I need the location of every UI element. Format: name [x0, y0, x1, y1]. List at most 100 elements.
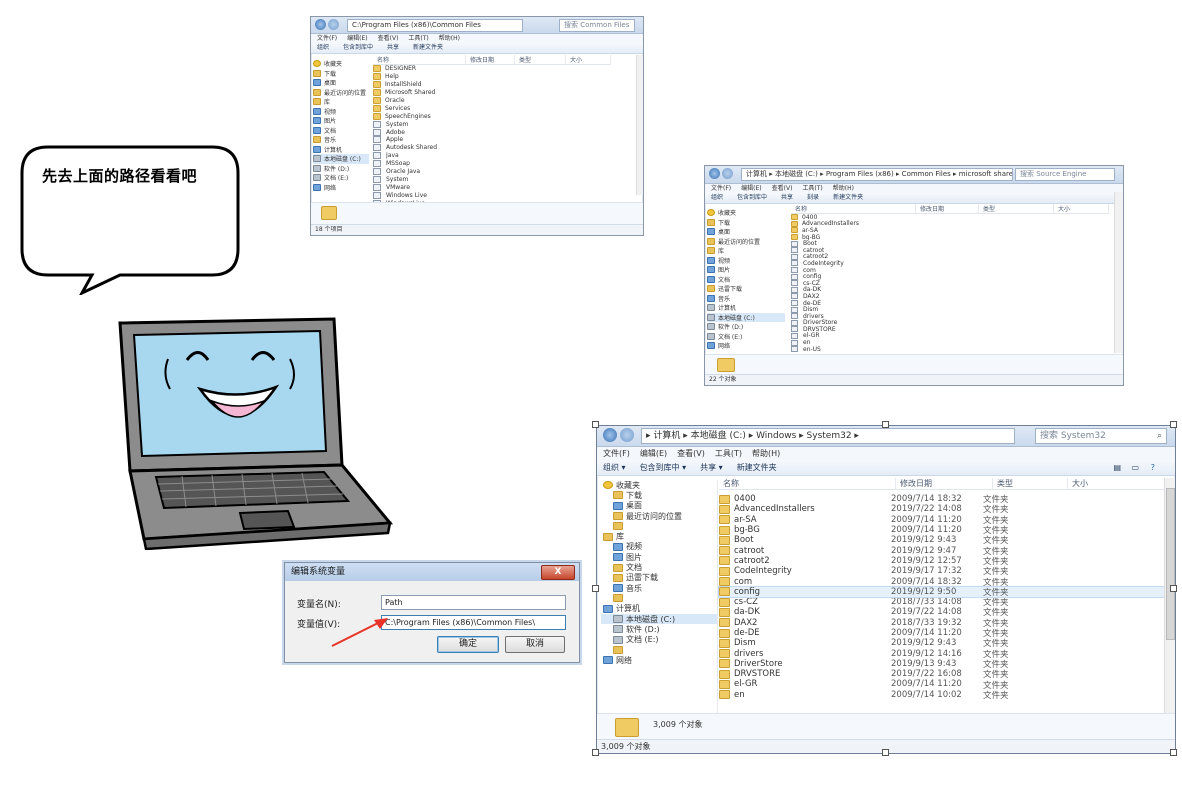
- vertical-scrollbar[interactable]: [1164, 478, 1175, 713]
- forward-button[interactable]: [328, 19, 339, 30]
- column-header[interactable]: 大小: [1054, 204, 1109, 213]
- toolbar-button[interactable]: 新建文件夹: [737, 463, 777, 472]
- nav-item[interactable]: 桌面: [707, 227, 785, 237]
- toolbar-button[interactable]: 包含到库中: [343, 44, 373, 51]
- list-item[interactable]: ar-SA: [791, 227, 1109, 234]
- list-item[interactable]: System: [373, 120, 633, 128]
- search-input[interactable]: 搜索 Common Files: [559, 19, 635, 32]
- list-item[interactable]: DAX2: [791, 293, 1109, 300]
- nav-item[interactable]: 下载: [707, 218, 785, 228]
- nav-item[interactable]: [601, 593, 717, 603]
- nav-item[interactable]: 网络: [601, 655, 717, 665]
- list-item[interactable]: Help: [373, 73, 633, 81]
- menu-item[interactable]: 帮助(H): [439, 35, 460, 42]
- menu-item[interactable]: 编辑(E): [640, 449, 667, 458]
- toolbar-button[interactable]: 共享 ▾: [700, 463, 723, 472]
- nav-item[interactable]: 本地磁盘 (C:): [601, 613, 717, 625]
- menu-item[interactable]: 查看(V): [772, 185, 793, 192]
- nav-item[interactable]: 库: [707, 246, 785, 256]
- nav-item[interactable]: 网络: [313, 183, 369, 193]
- list-item[interactable]: catroot: [791, 247, 1109, 254]
- list-item[interactable]: Microsoft Shared: [373, 89, 633, 97]
- nav-item[interactable]: 最近访问的位置: [707, 237, 785, 247]
- nav-item[interactable]: 网络: [707, 341, 785, 351]
- nav-item[interactable]: 音乐: [707, 294, 785, 304]
- column-header[interactable]: 修改日期: [466, 55, 515, 64]
- list-item[interactable]: System: [373, 175, 633, 183]
- column-header[interactable]: 类型: [993, 478, 1068, 489]
- help-icon[interactable]: ?: [1151, 460, 1155, 475]
- list-item[interactable]: da-DK: [791, 286, 1109, 293]
- list-item[interactable]: Windows Live: [373, 191, 633, 199]
- nav-item[interactable]: 图片: [601, 552, 717, 562]
- table-row[interactable]: com 2009/7/14 18:32 文件夹: [719, 576, 1165, 588]
- table-row[interactable]: cs-CZ 2018/7/33 14:08 文件夹: [719, 597, 1165, 608]
- nav-item[interactable]: 收藏夹: [313, 59, 369, 69]
- nav-item[interactable]: [601, 645, 717, 655]
- nav-item[interactable]: 软件 (D:): [707, 322, 785, 332]
- table-row[interactable]: DriverStore 2019/9/13 9:43 文件夹: [719, 659, 1165, 670]
- table-row[interactable]: DAX2 2018/7/33 19:32 文件夹: [719, 618, 1165, 629]
- list-item[interactable]: cs-CZ: [791, 280, 1109, 287]
- list-item[interactable]: MSSoap: [373, 160, 633, 168]
- nav-item[interactable]: 下载: [313, 69, 369, 79]
- list-item[interactable]: config: [791, 273, 1109, 280]
- nav-item[interactable]: 迅雷下载: [601, 573, 717, 583]
- list-item[interactable]: en: [791, 339, 1109, 346]
- column-header[interactable]: 名称: [719, 478, 896, 489]
- nav-item[interactable]: 计算机: [601, 604, 717, 614]
- table-row[interactable]: bg-BG 2009/7/14 11:20 文件夹: [719, 525, 1165, 536]
- toolbar-button[interactable]: 新建文件夹: [833, 194, 863, 201]
- nav-item[interactable]: 最近访问的位置: [313, 88, 369, 98]
- toolbar-button[interactable]: 包含到库中 ▾: [640, 463, 687, 472]
- table-row[interactable]: catroot2 2019/9/12 12:57 文件夹: [719, 556, 1165, 567]
- nav-item[interactable]: 视频: [601, 542, 717, 552]
- nav-item[interactable]: 库: [601, 531, 717, 541]
- table-row[interactable]: Dism 2019/9/12 9:43 文件夹: [719, 638, 1165, 649]
- toolbar-button[interactable]: 包含到库中: [737, 194, 767, 201]
- nav-item[interactable]: 最近访问的位置: [601, 511, 717, 521]
- column-header[interactable]: 类型: [515, 55, 566, 64]
- table-row[interactable]: catroot 2019/9/12 9:47 文件夹: [719, 545, 1165, 557]
- nav-item[interactable]: 迅雷下载: [707, 284, 785, 294]
- menu-item[interactable]: 查看(V): [677, 449, 705, 458]
- view-options-icon[interactable]: ▤: [1113, 460, 1121, 475]
- preview-pane-icon[interactable]: ▭: [1131, 460, 1139, 475]
- list-item[interactable]: VMware: [373, 183, 633, 191]
- menu-item[interactable]: 查看(V): [378, 35, 399, 42]
- scrollbar-thumb[interactable]: [1166, 488, 1175, 640]
- column-header[interactable]: 名称: [791, 204, 916, 213]
- breadcrumb-item[interactable]: System32: [807, 431, 852, 441]
- menu-item[interactable]: 帮助(H): [833, 185, 854, 192]
- toolbar-button[interactable]: 组织 ▾: [603, 463, 626, 472]
- list-item[interactable]: Services: [373, 104, 633, 112]
- nav-item[interactable]: 下载: [601, 490, 717, 500]
- list-item[interactable]: Java: [373, 152, 633, 160]
- close-button[interactable]: X: [541, 565, 575, 580]
- list-item[interactable]: bg-BG: [791, 234, 1109, 241]
- nav-item[interactable]: 图片: [313, 116, 369, 126]
- list-item[interactable]: DriverStore: [791, 319, 1109, 326]
- toolbar-button[interactable]: 刻录: [807, 194, 819, 201]
- list-item[interactable]: CodeIntegrity: [791, 260, 1109, 267]
- column-header[interactable]: 修改日期: [916, 204, 979, 213]
- nav-item[interactable]: 文档: [313, 126, 369, 136]
- toolbar-button[interactable]: 组织: [317, 44, 329, 51]
- list-item[interactable]: en-US: [791, 346, 1109, 353]
- cancel-button[interactable]: 取消: [505, 636, 565, 653]
- list-item[interactable]: SpeechEngines: [373, 112, 633, 120]
- nav-item[interactable]: 文档 (E:): [601, 634, 717, 644]
- table-row[interactable]: CodeIntegrity 2019/9/17 17:32 文件夹: [719, 566, 1165, 577]
- list-item[interactable]: Apple: [373, 136, 633, 144]
- vertical-scrollbar[interactable]: [636, 55, 643, 195]
- list-item[interactable]: DESIGNER: [373, 65, 633, 73]
- table-row[interactable]: config 2019/9/12 9:50 文件夹: [718, 585, 1166, 598]
- list-item[interactable]: el-GR: [791, 332, 1109, 339]
- toolbar-button[interactable]: 新建文件夹: [413, 44, 443, 51]
- list-item[interactable]: AdvancedInstallers: [791, 220, 1109, 227]
- list-item[interactable]: com: [791, 267, 1109, 274]
- search-input[interactable]: 搜索 System32 ⌕: [1035, 428, 1167, 444]
- nav-item[interactable]: 图片: [707, 265, 785, 275]
- toolbar-button[interactable]: 组织: [711, 194, 723, 201]
- list-item[interactable]: Adobe: [373, 128, 633, 136]
